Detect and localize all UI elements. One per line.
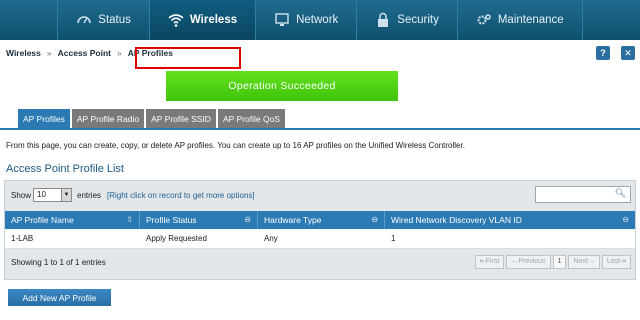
- add-new-ap-profile-button[interactable]: Add New AP Profile: [8, 289, 111, 306]
- monitor-icon: [275, 13, 289, 26]
- nav-network-label: Network: [296, 14, 339, 26]
- breadcrumb-item-access-point[interactable]: Access Point: [58, 48, 111, 58]
- lock-icon: [378, 12, 389, 27]
- breadcrumb-item-wireless[interactable]: Wireless: [6, 48, 41, 58]
- column-header-ap-profile-name[interactable]: AP Profile Name ⇧: [5, 211, 140, 229]
- tab-ap-profiles[interactable]: AP Profiles: [18, 109, 70, 129]
- pager-page-button[interactable]: 1: [552, 255, 567, 269]
- pager-last-icon: ⇥: [620, 258, 626, 265]
- nav-security-label: Security: [397, 14, 439, 26]
- success-banner: Operation Succeeded: [166, 71, 398, 101]
- sort-toggle-icon: ⊖: [371, 215, 378, 224]
- right-click-hint: [Right click on record to get more optio…: [107, 191, 255, 200]
- speedometer-icon: [77, 16, 92, 24]
- pager-next-icon: →: [587, 258, 595, 265]
- pager-next-label: Next: [573, 258, 588, 265]
- tab-bar: AP Profiles AP Profile Radio AP Profile …: [18, 109, 285, 129]
- page-size-value: 10: [37, 190, 46, 199]
- breadcrumb-separator: »: [117, 48, 122, 58]
- tab-ap-profile-ssid[interactable]: AP Profile SSID: [146, 109, 216, 129]
- tab-ap-profile-qos[interactable]: AP Profile QoS: [217, 109, 285, 129]
- pager-last-button[interactable]: Last⇥: [601, 255, 631, 269]
- pager-next-button[interactable]: Next→: [568, 255, 600, 269]
- show-label: Show: [11, 191, 32, 200]
- status-highlight-box: [135, 47, 241, 69]
- sort-toggle-icon: ⊖: [622, 215, 629, 224]
- cell-hardware-type: Any: [264, 234, 278, 243]
- gears-icon: [477, 14, 491, 25]
- top-navigation: Status Wireless Network Security Mainten…: [0, 0, 640, 40]
- pager-last-label: Last: [606, 258, 621, 265]
- column-header-hardware-type[interactable]: Hardware Type ⊖: [258, 211, 385, 229]
- entries-info: Showing 1 to 1 of 1 entries: [11, 258, 106, 267]
- column-header-label: Hardware Type: [264, 215, 322, 225]
- nav-maintenance[interactable]: Maintenance: [456, 0, 583, 40]
- nav-status[interactable]: Status: [57, 0, 149, 40]
- pager-first-button[interactable]: ⇤First: [474, 255, 505, 269]
- page-description: From this page, you can create, copy, or…: [6, 141, 465, 150]
- pager-previous-label: Previous: [518, 258, 546, 265]
- close-icon[interactable]: ✕: [621, 46, 635, 60]
- pager-first-label: First: [485, 258, 500, 265]
- cell-profile-status: Apply Requested: [146, 234, 207, 243]
- table-toolbar: Show 10 ▼ entries [Right click on record…: [5, 181, 635, 211]
- search-input[interactable]: 🔍︎: [535, 186, 631, 203]
- table-header: AP Profile Name ⇧ Profile Status ⊖ Hardw…: [5, 211, 635, 229]
- column-header-label: Wired Network Discovery VLAN ID: [391, 215, 522, 225]
- entries-label: entries: [77, 191, 102, 200]
- nav-network[interactable]: Network: [255, 0, 356, 40]
- nav-maintenance-label: Maintenance: [497, 14, 564, 26]
- nav-security[interactable]: Security: [356, 0, 457, 40]
- sort-asc-icon: ⇧: [126, 215, 133, 224]
- page-size-select[interactable]: 10 ▼: [33, 188, 72, 202]
- help-icon[interactable]: ?: [596, 46, 610, 60]
- tab-ap-profile-radio[interactable]: AP Profile Radio: [71, 109, 145, 129]
- sort-toggle-icon: ⊖: [244, 215, 251, 224]
- pager-previous-button[interactable]: ←Previous: [506, 255, 551, 269]
- pagination: ⇤First ←Previous 1 Next→ Last⇥: [474, 255, 631, 269]
- column-header-vlan-id[interactable]: Wired Network Discovery VLAN ID ⊖: [385, 211, 635, 229]
- profile-table: Show 10 ▼ entries [Right click on record…: [4, 180, 636, 280]
- table-row[interactable]: 1-LAB Apply Requested Any 1: [5, 229, 635, 249]
- nav-wireless-label: Wireless: [189, 14, 238, 26]
- wifi-icon: [168, 14, 184, 27]
- page: Status Wireless Network Security Mainten…: [0, 0, 640, 320]
- cell-vlan-id: 1: [391, 234, 396, 243]
- chevron-down-icon: ▼: [61, 189, 71, 201]
- tab-underline: [0, 128, 640, 130]
- table-footer: Showing 1 to 1 of 1 entries ⇤First ←Prev…: [5, 249, 635, 279]
- nav-status-label: Status: [98, 14, 131, 26]
- column-header-profile-status[interactable]: Profile Status ⊖: [140, 211, 258, 229]
- nav-wireless[interactable]: Wireless: [148, 0, 256, 40]
- cell-profile-name: 1-LAB: [11, 234, 34, 243]
- breadcrumb-separator: »: [46, 48, 52, 58]
- column-header-label: Profile Status: [146, 215, 197, 225]
- search-icon: 🔍︎: [614, 188, 626, 198]
- column-header-label: AP Profile Name: [11, 215, 74, 225]
- list-title: Access Point Profile List: [6, 163, 124, 175]
